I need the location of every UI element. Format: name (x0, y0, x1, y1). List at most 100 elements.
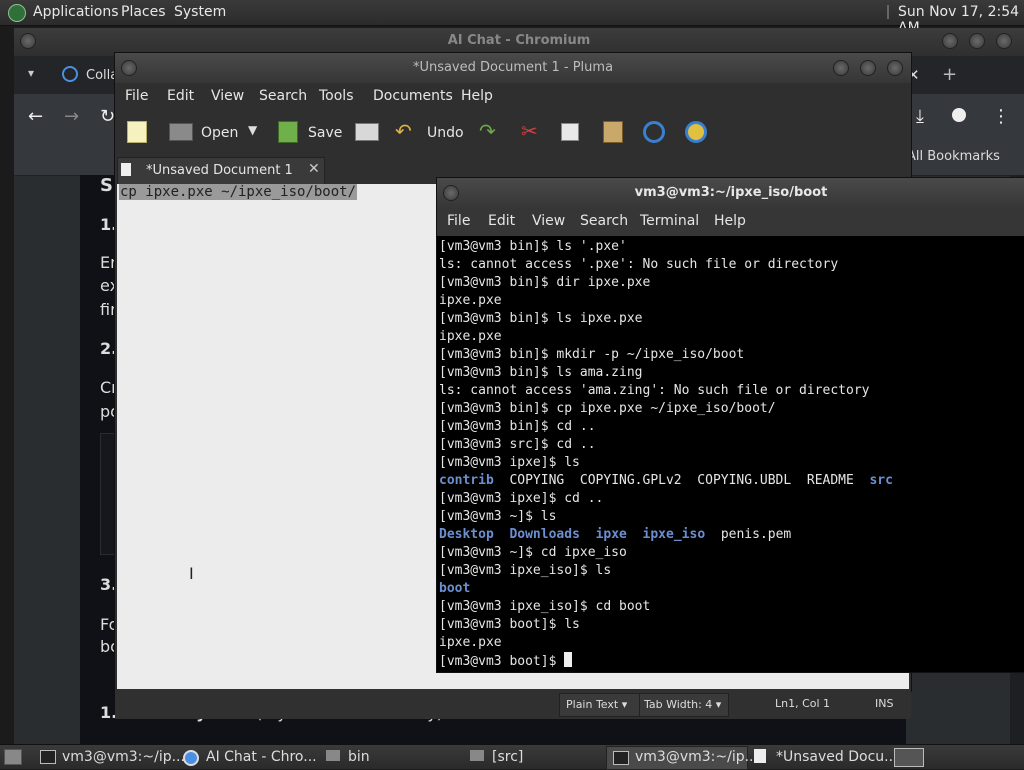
top-panel: Applications Places System Sun Nov 17, 2… (0, 0, 1024, 36)
terminal-line: ipxe.pxe (439, 635, 502, 650)
menu-search[interactable]: Search (259, 88, 307, 104)
document-tab[interactable]: *Unsaved Document 1 ✕ (117, 157, 325, 186)
folder-icon (470, 750, 484, 761)
menu-edit[interactable]: Edit (488, 213, 515, 229)
terminal-line: [vm3@vm3 bin]$ cp ipxe.pxe ~/ipxe_iso/bo… (439, 401, 776, 416)
taskbar: vm3@vm3:~/ip... AI Chat - Chro... bin [s… (0, 744, 1024, 770)
terminal-line: boot (439, 580, 1023, 598)
open-icon[interactable] (169, 123, 193, 141)
maximize-button[interactable] (969, 33, 985, 49)
terminal-line: ls: cannot access '.pxe': No such file o… (439, 257, 839, 272)
close-button[interactable] (996, 33, 1012, 49)
task-terminal-2-label: vm3@vm3:~/ip... (635, 749, 758, 765)
save-icon[interactable] (278, 121, 298, 143)
menu-help[interactable]: Help (714, 213, 746, 229)
new-tab-icon[interactable]: + (942, 64, 957, 85)
insert-mode: INS (875, 697, 894, 710)
workspace-switcher[interactable] (894, 748, 924, 767)
task-pluma[interactable]: *Unsaved Docu... (776, 747, 898, 767)
forward-icon[interactable]: → (64, 106, 79, 127)
profile-icon[interactable] (952, 108, 966, 122)
task-terminal-active[interactable]: vm3@vm3:~/ip... (606, 746, 758, 770)
menu-help[interactable]: Help (461, 88, 493, 104)
selected-text[interactable]: cp ipxe.pxe ~/ipxe_iso/boot/ (119, 184, 358, 200)
open-button[interactable]: Open (201, 125, 238, 141)
terminal-line: ipxe.pxe (439, 293, 502, 308)
save-button[interactable]: Save (308, 125, 342, 141)
minimize-button[interactable] (942, 33, 958, 49)
pluma-menu-button[interactable] (121, 60, 137, 76)
reload-icon[interactable]: ↻ (100, 106, 115, 127)
folder-icon (326, 750, 340, 761)
download-icon[interactable]: ⤓ (916, 106, 924, 127)
tab-search-chevron-icon[interactable]: ▾ (28, 66, 34, 80)
pluma-close-button[interactable] (887, 60, 903, 76)
menu-view[interactable]: View (532, 213, 565, 229)
menu-system[interactable]: System (174, 4, 226, 20)
undo-icon[interactable]: ↶ (395, 119, 412, 143)
document-icon (121, 163, 131, 176)
terminal-titlebar[interactable]: vm3@vm3:~/ipxe_iso/boot (437, 178, 1024, 208)
menu-view[interactable]: View (211, 88, 244, 104)
panel-separator (887, 5, 889, 19)
copy-icon[interactable] (561, 123, 579, 141)
terminal-line: [vm3@vm3 ipxe]$ ls (439, 455, 580, 470)
terminal-cursor (564, 652, 573, 667)
task-bin[interactable]: bin (348, 747, 370, 767)
terminal-line: [vm3@vm3 ~]$ ls (439, 509, 557, 524)
tab-close-icon[interactable]: ✕ (308, 161, 320, 177)
terminal-menu-button[interactable] (443, 185, 459, 201)
pluma-minimize-button[interactable] (833, 60, 849, 76)
terminal-line: contrib COPYING COPYING.GPLv2 COPYING.UB… (439, 472, 1023, 490)
document-tab-label: *Unsaved Document 1 (146, 163, 293, 178)
menu-applications[interactable]: Applications (33, 4, 119, 20)
tab-width-select[interactable]: Tab Width: 4 ▾ (639, 693, 729, 717)
menu-file[interactable]: File (125, 88, 148, 104)
show-desktop-icon[interactable] (4, 749, 22, 765)
terminal-line: [vm3@vm3 boot]$ (439, 652, 1023, 671)
menu-documents[interactable]: Documents (373, 88, 453, 104)
menu-search[interactable]: Search (580, 213, 628, 229)
undo-button[interactable]: Undo (427, 125, 464, 141)
menu-dots-icon[interactable]: ⋮ (992, 106, 1010, 127)
redo-icon[interactable]: ↷ (479, 119, 496, 143)
terminal-line: [vm3@vm3 boot]$ ls (439, 617, 580, 632)
dir-entry: ipxe_iso (642, 527, 706, 542)
cut-icon[interactable]: ✂ (521, 119, 538, 143)
menu-terminal[interactable]: Terminal (640, 213, 699, 229)
menu-file[interactable]: File (447, 213, 470, 229)
text-editor-icon (754, 749, 766, 763)
find-icon[interactable] (643, 121, 665, 143)
menu-places[interactable]: Places (121, 4, 166, 20)
menu-edit[interactable]: Edit (167, 88, 194, 104)
terminal-line: [vm3@vm3 bin]$ cd .. (439, 419, 596, 434)
terminal-output[interactable]: [vm3@vm3 bin]$ ls '.pxe' ls: cannot acces… (439, 238, 1023, 671)
file-entry: penis.pem (720, 527, 792, 542)
dir-entry: boot (439, 581, 471, 596)
terminal-line: [vm3@vm3 bin]$ ls ama.zing (439, 365, 643, 380)
task-chromium[interactable]: AI Chat - Chro... (206, 747, 317, 767)
terminal-line: [vm3@vm3 bin]$ ls '.pxe' (439, 239, 627, 254)
pluma-maximize-button[interactable] (860, 60, 876, 76)
dir-entry: ipxe (595, 527, 627, 542)
paste-icon[interactable] (603, 121, 623, 143)
dir-entry: src (869, 473, 893, 488)
find-replace-icon[interactable] (685, 121, 707, 143)
file-entries: COPYING COPYING.GPLv2 COPYING.UBDL READM… (493, 473, 870, 488)
all-bookmarks[interactable]: All Bookmarks (907, 149, 1000, 164)
back-icon[interactable]: ← (28, 106, 43, 127)
tab-width-label: Tab Width: 4 (644, 698, 713, 711)
language-select[interactable]: Plain Text ▾ (559, 693, 641, 717)
menu-tools[interactable]: Tools (319, 88, 354, 104)
pluma-titlebar[interactable]: *Unsaved Document 1 - Pluma (115, 53, 911, 83)
task-terminal-1[interactable]: vm3@vm3:~/ip... (62, 747, 185, 767)
new-document-icon[interactable] (127, 121, 147, 143)
status-bar: Plain Text ▾ Tab Width: 4 ▾ Ln1, Col 1 I… (115, 689, 911, 719)
task-src[interactable]: [src] (492, 747, 523, 767)
print-icon[interactable] (355, 123, 379, 141)
chromium-icon (183, 750, 199, 766)
chromium-menu-button[interactable] (20, 33, 36, 49)
distro-logo-icon[interactable] (8, 4, 26, 22)
open-dropdown-icon[interactable]: ▼ (248, 123, 257, 137)
terminal-line: [vm3@vm3 ipxe_iso]$ ls (439, 563, 612, 578)
